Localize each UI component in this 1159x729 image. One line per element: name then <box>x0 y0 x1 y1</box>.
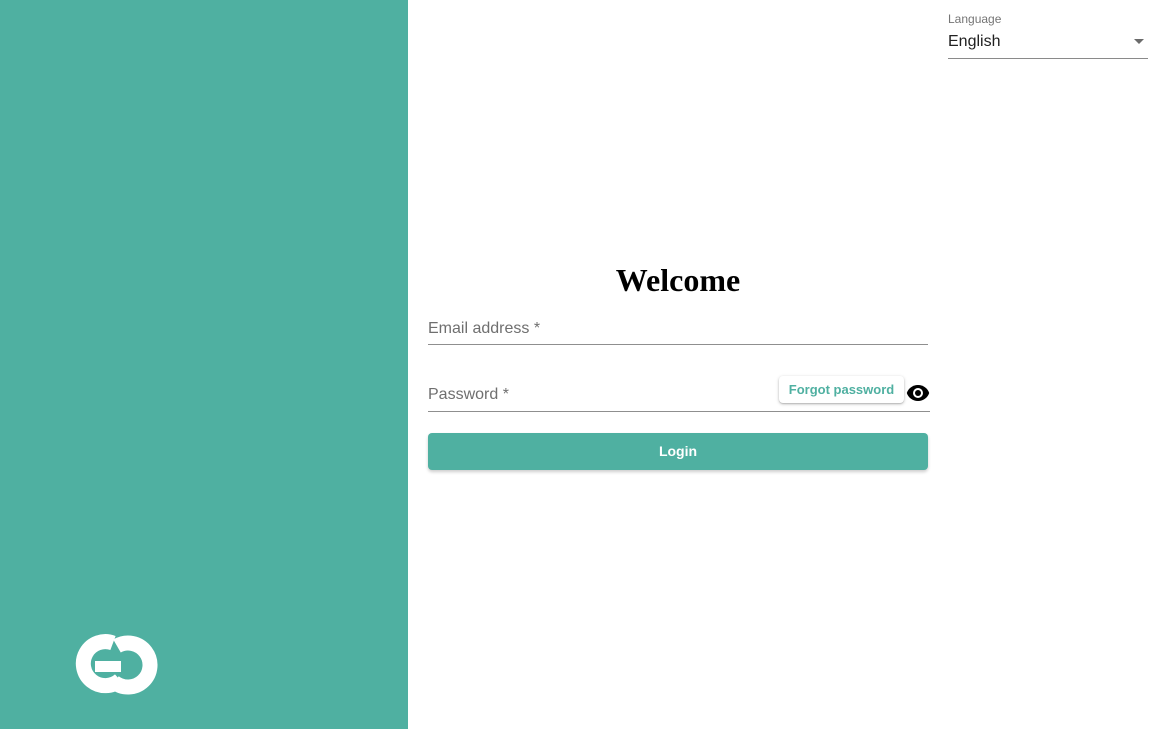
language-select[interactable]: Language English <box>948 11 1148 59</box>
language-label: Language <box>948 12 1002 26</box>
page-title: Welcome <box>615 262 741 298</box>
eye-icon[interactable] <box>906 383 930 403</box>
language-value: English <box>948 33 1001 50</box>
email-field[interactable]: Email address * <box>428 312 928 345</box>
password-placeholder: Password * <box>428 386 509 403</box>
email-placeholder: Email address * <box>428 320 541 337</box>
brand-panel <box>0 0 408 729</box>
login-button[interactable]: Login <box>428 433 928 470</box>
forgot-password-button[interactable]: Forgot password <box>779 376 904 403</box>
caret-down-icon <box>1134 39 1144 44</box>
gd-logo-icon <box>75 634 158 695</box>
